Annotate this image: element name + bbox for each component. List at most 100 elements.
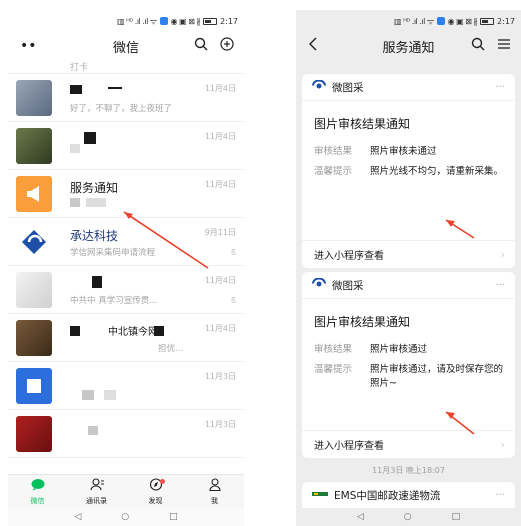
chat-row[interactable]: 11月4日 [8,122,244,170]
chat-row[interactable]: 11月3日 [8,362,244,410]
chat-list: 打卡 好了，不聊了，我上夜班了 11月4日 11月4日 服务通知 11月4日 承… [8,60,244,478]
result-row: 审核结果 照片审核通过 [314,344,428,355]
page-title: 服务通知 [382,40,435,56]
chat-row[interactable]: 承达科技 学信网采集码申请流程 9月11日 ß [8,218,244,266]
back-arrow-icon[interactable] [308,37,318,55]
tab-me[interactable]: 我 [185,475,244,508]
chat-preview: 学信网采集码申请流程 [70,248,156,258]
redacted-block [92,276,102,288]
redacted-block [82,390,94,400]
tab-discover[interactable]: 发现 [126,475,185,508]
status-left-icons: ▥ ᴴᴰ .ıl .ıl ᯤ [116,16,157,26]
chat-row-service-notification[interactable]: 服务通知 11月4日 [8,170,244,218]
chat-row[interactable]: 中共中 真学习宣传贯... 11月4日 ß [8,266,244,314]
chat-time: 9月11日 [204,228,236,237]
card-header[interactable]: EMS中国邮政速递物流 ··· [302,482,515,508]
redacted-block [86,198,106,207]
back-nav-button[interactable]: ◁ [357,512,364,522]
redacted-block [70,198,80,207]
home-nav-button[interactable]: ○ [404,512,412,522]
status-left-icons: ▥ ᴴᴰ .ıl .ıl ᯤ [393,16,434,26]
app-notification-icon [159,17,168,25]
tip-row: 温馨提示 照片光线不均匀，请重新采集。 [314,166,504,177]
status-time: 2:17 [497,16,515,26]
service-notification-icon [16,176,52,212]
service-notification-screen: ▥ ᴴᴰ .ıl .ıl ᯤ ◉ ▣ ⊠ ∦ 2:17 服务通知 微图采 ··· [296,10,521,526]
person-icon [208,477,222,494]
chat-row[interactable]: 好了，不聊了，我上夜班了 11月4日 [8,74,244,122]
card-header[interactable]: 微图采 ··· [302,74,515,100]
more-dots-icon[interactable]: ··· [495,280,505,291]
chat-time: 11月4日 [204,276,236,285]
redacted-block [88,426,98,435]
recents-nav-button[interactable]: □ [169,512,178,522]
menu-lines-icon[interactable] [497,37,511,55]
open-miniprogram-link[interactable]: 进入小程序查看 › [302,240,515,268]
mute-bell-icon: ß [230,248,236,257]
notification-card: 微图采 ··· 图片审核结果通知 审核结果 照片审核通过 温馨提示 照片审核通过… [302,272,515,458]
battery-icon [203,17,218,25]
page-title: 微信 [112,40,139,56]
battery-icon [480,17,495,25]
partial-chat-row[interactable]: 打卡 [8,60,244,74]
more-dots-icon[interactable]: •• [20,38,37,54]
unread-dot [160,479,165,484]
search-icon[interactable] [194,37,208,55]
card-source: EMS中国邮政速递物流 [334,489,441,502]
bottom-tab-bar: 微信 通讯录 发现 我 [8,474,244,508]
system-nav-bar: ◁ ○ □ [8,508,244,526]
home-nav-button[interactable]: ○ [121,512,129,522]
chat-preview: 好了，不聊了，我上夜班了 [70,104,173,114]
avatar [16,368,52,404]
recents-nav-button[interactable]: □ [452,512,461,522]
chat-time: 11月4日 [204,180,236,189]
avatar [16,320,52,356]
tab-chats[interactable]: 微信 [8,475,67,508]
chat-time: 11月4日 [204,132,236,141]
chat-preview: 担优... [158,344,184,354]
card-source: 微图采 [332,81,364,94]
redacted-block [84,132,96,144]
chat-time: 11月3日 [204,372,236,381]
status-time: 2:17 [220,16,238,26]
chat-row[interactable]: 中北镇今网 担优... 11月4日 [8,314,244,362]
avatar [16,416,52,452]
chat-time: 11月3日 [204,420,236,429]
contacts-icon [89,477,104,494]
redacted-block [154,326,164,336]
tab-contacts[interactable]: 通讯录 [67,475,126,508]
weitucai-logo-icon [312,277,326,292]
back-nav-button[interactable]: ◁ [74,512,81,522]
chat-time: 11月4日 [204,84,236,93]
header: 服务通知 [296,32,521,60]
add-circle-icon[interactable] [220,37,234,55]
chengda-logo-icon [16,224,52,260]
weitucai-logo-icon [312,79,326,94]
message-timestamp: 11月3日 晚上18:07 [372,466,445,475]
header: •• 微信 [8,32,244,60]
chat-time: 11月4日 [204,324,236,333]
tip-row: 温馨提示 照片审核通过，请及时保存您的照片~ [314,364,504,389]
chat-bubble-icon [31,478,45,494]
system-nav-bar: ◁ ○ □ [296,508,521,526]
redacted-block [70,326,80,336]
status-bar: ▥ ᴴᴰ .ıl .ıl ᯤ ◉ ▣ ⊠ ∦ 2:17 [296,10,521,32]
open-miniprogram-link[interactable]: 进入小程序查看 › [302,430,515,458]
ems-logo-icon [312,489,328,501]
chevron-right-icon: › [500,438,505,451]
card-header[interactable]: 微图采 ··· [302,272,515,298]
more-dots-icon[interactable]: ··· [495,82,505,93]
status-bar: ▥ ᴴᴰ .ıl .ıl ᯤ ◉ ▣ ⊠ ∦ 2:17 [8,10,244,32]
chevron-right-icon: › [500,248,505,261]
redacted-block [70,85,82,94]
search-icon[interactable] [471,37,485,55]
chat-row[interactable]: 11月3日 [8,410,244,458]
wechat-chat-list-screen: ▥ ᴴᴰ .ıl .ıl ᯤ ◉ ▣ ⊠ ∦ 2:17 •• 微信 打卡 好了，… [8,10,244,526]
more-dots-icon[interactable]: ··· [495,490,505,501]
chat-name: 中北镇今网 [108,327,158,338]
chat-name: 服务通知 [70,181,119,195]
redacted-block [104,390,116,400]
app-notification-icon [436,17,445,25]
redacted-block [70,144,80,153]
result-row: 审核结果 照片审核未通过 [314,146,437,157]
